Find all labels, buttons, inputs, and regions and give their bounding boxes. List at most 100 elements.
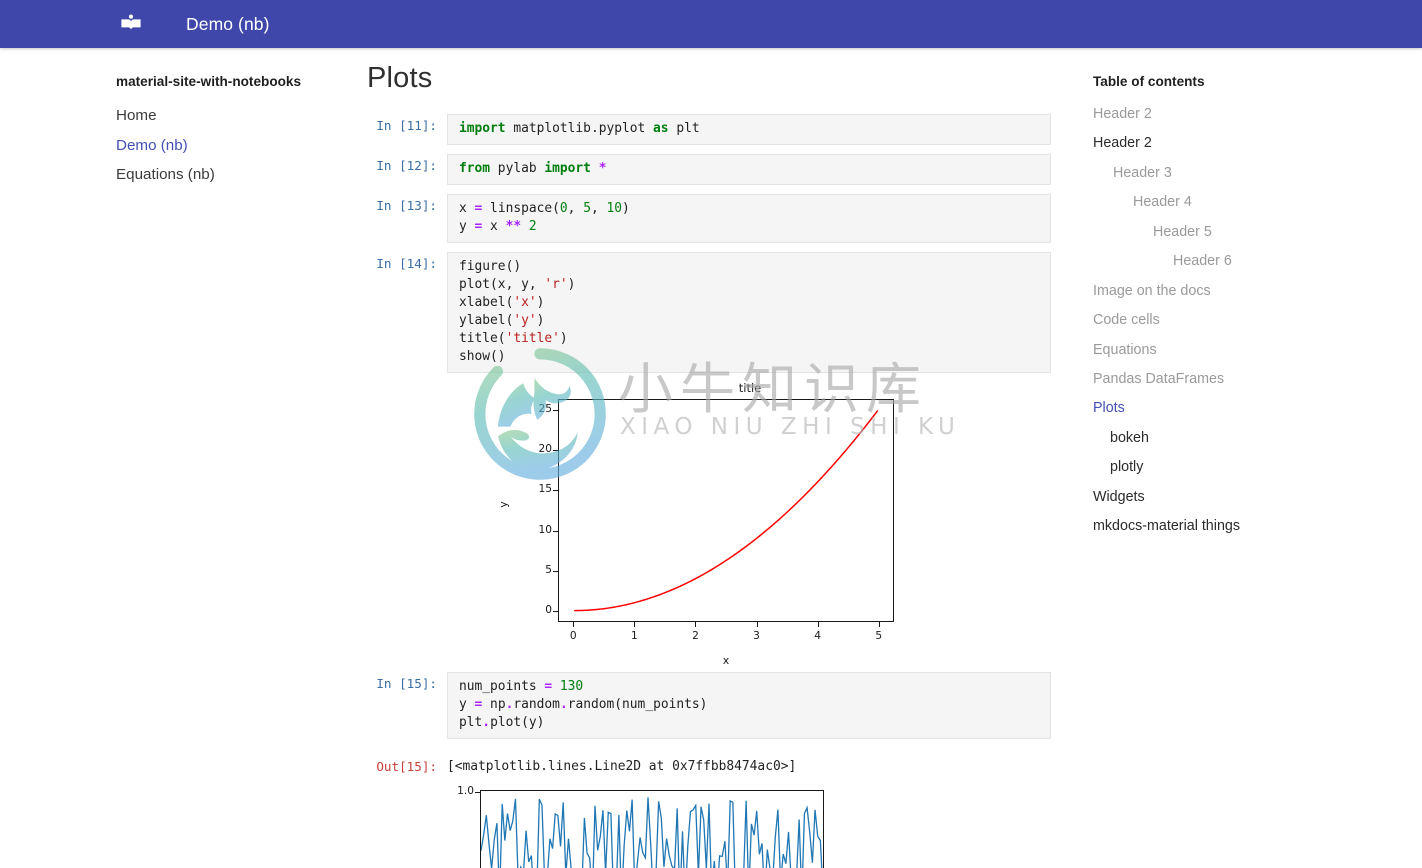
chart-x-tick-label: 5: [875, 630, 883, 642]
code-token: 5: [583, 201, 591, 216]
code-token: import: [544, 161, 591, 176]
chart-x-tickmark: [573, 622, 575, 627]
chart2-line-path: [480, 797, 823, 868]
app-header: Demo (nb): [0, 0, 1422, 48]
chart-y-tickmark: [553, 409, 558, 411]
cell-prompt: In [12]:: [376, 158, 437, 173]
chart-x-tick-label: 0: [569, 630, 577, 642]
code-token: linspace(: [482, 201, 560, 216]
chart-y-tickmark: [553, 571, 558, 573]
code-token: 2: [528, 219, 537, 234]
table-of-contents: Table of contents Header 2 Header 2 Header…: [1085, 48, 1422, 820]
nav-title: material-site-with-notebooks: [116, 74, 302, 89]
cell-source[interactable]: x = linspace(0, 5, 10) y = x ** 2: [447, 194, 1051, 243]
toc-item-plots[interactable]: Plots: [1093, 394, 1422, 423]
code-token: plot(y): [490, 715, 545, 730]
code-token: from: [459, 161, 491, 176]
code-token: matplotlib.pyplot: [505, 121, 654, 136]
book-logo-icon[interactable]: [118, 11, 144, 37]
chart-y-tick-label: 20: [538, 442, 552, 455]
toc-item-plotly[interactable]: plotly: [1093, 453, 1422, 482]
code-token: 0: [559, 201, 568, 216]
code-token: ,: [567, 201, 584, 216]
chart-y-tickmark: [553, 490, 558, 492]
chart-y-tickmark: [553, 449, 558, 451]
chart-x-tickmark: [634, 622, 636, 627]
toc-item-pandas-dataframes[interactable]: Pandas DataFrames: [1093, 365, 1422, 394]
output-prompt: Out[15]:: [376, 759, 437, 774]
code-token: 'x': [513, 295, 537, 310]
code-token: *: [598, 161, 607, 176]
cell-source[interactable]: import matplotlib.pyplot as plt: [447, 114, 1051, 145]
chart-y-tick-label: 15: [538, 483, 552, 496]
sidebar-item-equations-nb[interactable]: Equations (nb): [116, 161, 360, 191]
chart-x-tick-label: 3: [753, 630, 760, 642]
code-token: import: [459, 121, 506, 136]
matplotlib-figure-xsquared: title 0 5 10 15 20 25 0 1 2 3 4 5 x y: [440, 378, 1060, 708]
chart-x-tick-label: 2: [692, 630, 699, 642]
code-token: plt: [668, 121, 700, 136]
toc-list: Header 2 Header 2 Header 3 Header 4 Header 5…: [1093, 100, 1422, 542]
code-token: y: [459, 219, 475, 234]
chart-x-tickmark: [817, 622, 819, 627]
code-token: ): [622, 201, 630, 216]
chart-y-tickmark: [553, 530, 558, 532]
chart-y-tick-label: 0: [545, 604, 552, 617]
chart2-plot-frame: [480, 790, 824, 868]
code-token: 'title': [505, 331, 560, 346]
chart2-y-tick-label: 1.0: [457, 785, 474, 797]
code-token: 'y': [513, 313, 537, 328]
nav-list: Home Demo (nb) Equations (nb): [116, 102, 360, 191]
code-token: x: [482, 219, 506, 234]
code-cell: In [12]: from pylab import *: [367, 154, 1051, 185]
sidebar-item-home[interactable]: Home: [116, 102, 360, 132]
toc-item-bokeh[interactable]: bokeh: [1093, 424, 1422, 453]
chart-x-tickmark: [695, 622, 697, 627]
cell-prompt: In [11]:: [376, 118, 437, 133]
output-text: [<matplotlib.lines.Line2D at 0x7ffbb8474…: [447, 759, 797, 774]
cell-source[interactable]: from pylab import *: [447, 154, 1051, 185]
code-token: .: [482, 715, 491, 730]
chart-y-tick-label: 5: [545, 564, 552, 577]
code-token: ,: [590, 201, 607, 216]
cell-prompt: In [15]:: [376, 676, 437, 691]
toc-title: Table of contents: [1093, 74, 1205, 89]
toc-item-image-on-the-docs[interactable]: Image on the docs: [1093, 277, 1422, 306]
toc-item-equations[interactable]: Equations: [1093, 336, 1422, 365]
cell-prompt: In [13]:: [376, 198, 437, 213]
matplotlib-figure-random: 1.0: [440, 783, 1060, 868]
cell-source[interactable]: figure() plot(x, y, 'r') xlabel('x') yla…: [447, 252, 1051, 373]
toc-item-widgets[interactable]: Widgets: [1093, 483, 1422, 512]
chart-y-tickmark: [553, 611, 558, 613]
code-token: **: [505, 219, 522, 234]
code-token: as: [653, 121, 669, 136]
code-token: figure() plot(x, y,: [459, 259, 537, 292]
output-cell: Out[15]: [<matplotlib.lines.Line2D at 0x7…: [367, 755, 796, 776]
site-title: Demo (nb): [186, 13, 270, 34]
toc-item-mkdocs-material-things[interactable]: mkdocs-material things: [1093, 512, 1422, 541]
toc-item-header-5[interactable]: Header 5: [1093, 218, 1422, 247]
primary-navigation: material-site-with-notebooks Home Demo (n…: [0, 48, 360, 820]
toc-item-header-3[interactable]: Header 3: [1093, 159, 1422, 188]
toc-item-header-4[interactable]: Header 4: [1093, 188, 1422, 217]
page-title: Plots: [367, 62, 433, 94]
code-cell: In [13]: x = linspace(0, 5, 10) y = x ** …: [367, 194, 1051, 243]
code-token: pylab: [490, 161, 545, 176]
chart-y-tick-label: 25: [538, 402, 552, 415]
toc-item-header-2[interactable]: Header 2: [1093, 129, 1422, 158]
chart-title: title: [738, 381, 762, 395]
code-cell: In [11]: import matplotlib.pyplot as plt: [367, 114, 1051, 145]
toc-item-header-2[interactable]: Header 2: [1093, 100, 1422, 129]
toc-item-header-6[interactable]: Header 6: [1093, 247, 1422, 276]
cell-prompt: In [14]:: [376, 256, 437, 271]
toc-item-code-cells[interactable]: Code cells: [1093, 306, 1422, 335]
chart-y-tick-label: 10: [538, 523, 552, 536]
main-content: Plots In [11]: import matplotlib.pyplot a…: [360, 48, 1085, 868]
chart-ylabel: y: [496, 501, 510, 508]
chart-x-tickmark: [878, 622, 880, 627]
chart-plot-frame: [558, 399, 894, 622]
code-token: 10: [606, 201, 623, 216]
sidebar-item-demo-nb[interactable]: Demo (nb): [116, 132, 360, 162]
